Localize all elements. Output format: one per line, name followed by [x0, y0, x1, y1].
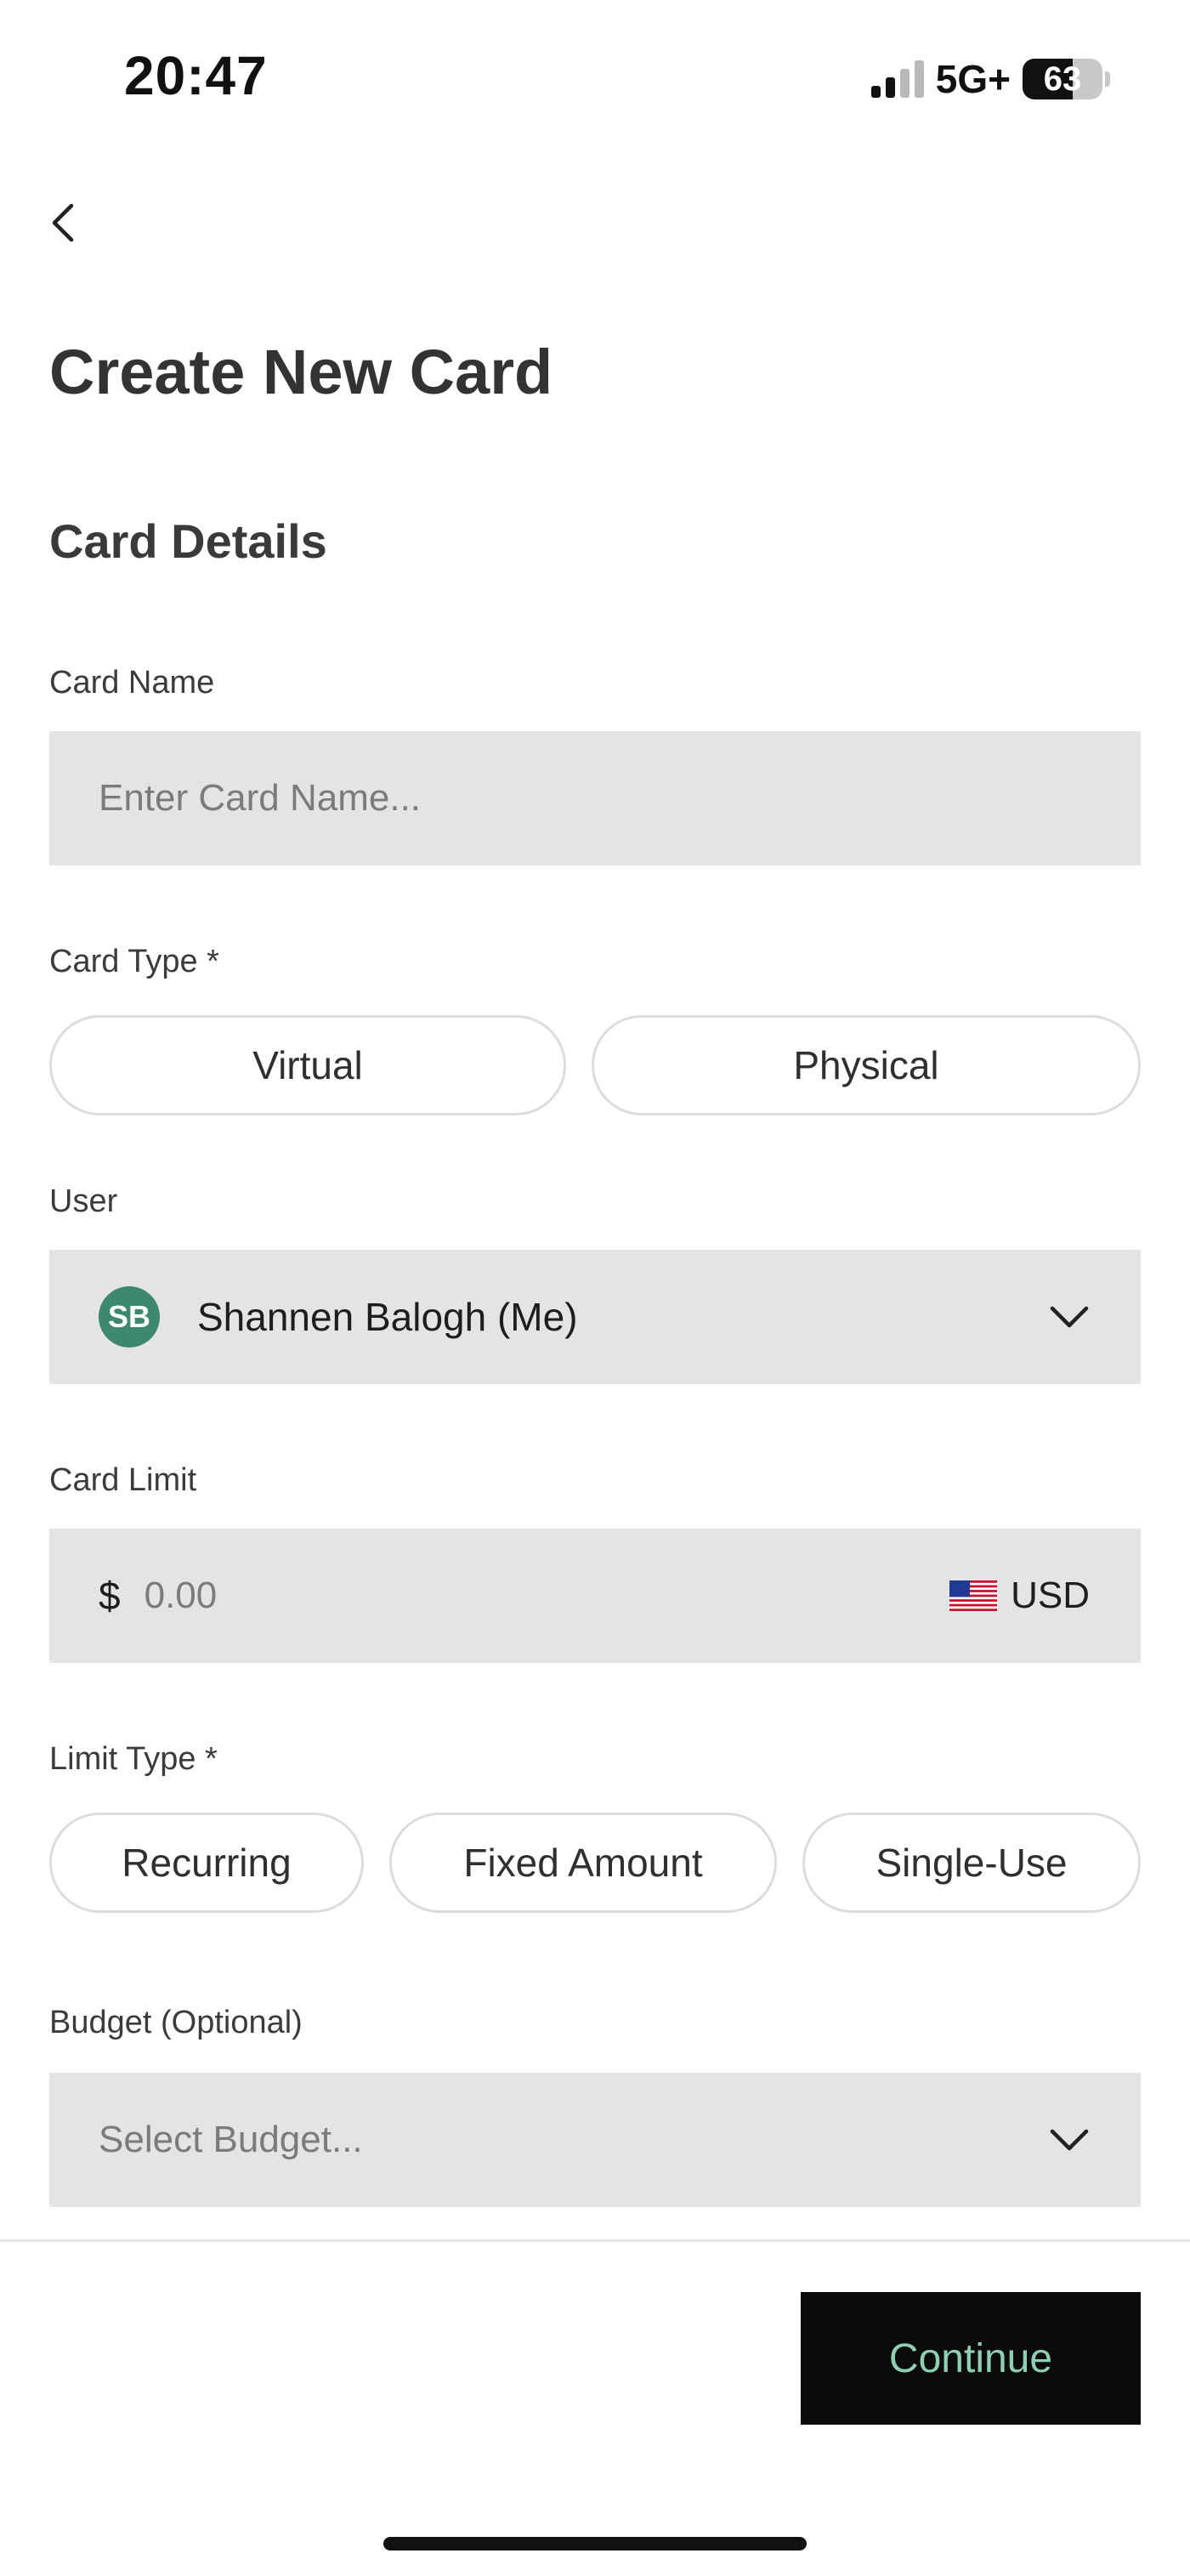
card-name-input[interactable]: Enter Card Name...: [49, 731, 1141, 865]
limit-type-single-use-button[interactable]: Single-Use: [802, 1813, 1141, 1913]
avatar: SB: [99, 1286, 160, 1348]
budget-label: Budget (Optional): [49, 2005, 303, 2040]
chevron-down-icon: [1050, 1306, 1089, 1328]
limit-type-fixed-amount-button[interactable]: Fixed Amount: [389, 1813, 777, 1913]
card-type-label: Card Type *: [49, 944, 219, 979]
back-button[interactable]: [42, 197, 85, 248]
card-name-label: Card Name: [49, 665, 215, 701]
card-limit-placeholder: 0.00: [144, 1575, 218, 1616]
limit-type-recurring-button[interactable]: Recurring: [49, 1813, 364, 1913]
budget-placeholder: Select Budget...: [99, 2119, 363, 2160]
us-flag-icon: [949, 1580, 998, 1611]
currency-symbol: $: [99, 1574, 121, 1618]
card-limit-label: Card Limit: [49, 1462, 197, 1498]
card-type-physical-button[interactable]: Physical: [592, 1015, 1141, 1115]
network-type: 5G+: [935, 57, 1011, 101]
battery-level: 63: [1043, 60, 1082, 98]
section-title: Card Details: [49, 514, 327, 568]
footer-divider: [0, 2239, 1190, 2242]
signal-icon: [870, 60, 924, 98]
status-indicators: 5G+ 63: [870, 56, 1110, 102]
budget-select[interactable]: Select Budget...: [49, 2073, 1141, 2207]
user-select[interactable]: SB Shannen Balogh (Me): [49, 1250, 1141, 1384]
status-time: 20:47: [124, 45, 268, 106]
currency-selector[interactable]: USD: [949, 1575, 1090, 1617]
chevron-down-icon: [1050, 2129, 1089, 2151]
card-limit-input[interactable]: $ 0.00 USD: [49, 1529, 1141, 1663]
card-name-placeholder: Enter Card Name...: [99, 777, 422, 819]
continue-button[interactable]: Continue: [801, 2292, 1141, 2425]
limit-type-label: Limit Type *: [49, 1741, 218, 1777]
selected-user: Shannen Balogh (Me): [197, 1295, 578, 1339]
currency-code: USD: [1011, 1575, 1090, 1616]
card-type-virtual-button[interactable]: Virtual: [49, 1015, 566, 1115]
chevron-left-icon: [52, 203, 74, 242]
page-title: Create New Card: [49, 337, 553, 407]
battery-icon: 63: [1023, 59, 1110, 99]
home-indicator: [383, 2537, 807, 2550]
user-label: User: [49, 1183, 118, 1219]
